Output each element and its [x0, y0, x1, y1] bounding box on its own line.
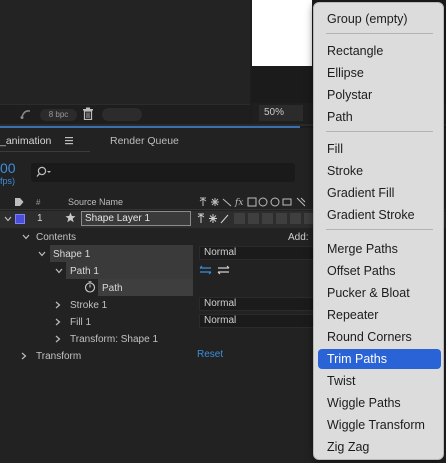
trash-icon[interactable]	[82, 107, 94, 120]
composition-canvas[interactable]	[252, 0, 312, 66]
layer-color-label[interactable]	[15, 214, 25, 224]
stroke1-label[interactable]: Stroke 1	[70, 300, 107, 311]
search-icon	[36, 166, 51, 177]
contents-label[interactable]: Contents	[36, 232, 76, 243]
menu-item-fill[interactable]: Fill	[318, 139, 441, 159]
stopwatch-icon[interactable]	[84, 281, 96, 293]
zoom-dropdown[interactable]: 50%	[259, 105, 303, 121]
switches-header-icons: fx	[199, 197, 306, 208]
current-time[interactable]: 00	[0, 160, 16, 176]
menu-item-polystar[interactable]: Polystar	[318, 85, 441, 105]
menu-item-gradient-stroke[interactable]: Gradient Stroke	[318, 205, 441, 225]
transform-reset-link[interactable]: Reset	[197, 349, 223, 360]
layer-name-field[interactable]: Shape Layer 1	[81, 211, 191, 226]
stroke1-blend-mode[interactable]: Normal	[199, 297, 315, 311]
shape-layer-star-icon	[65, 212, 76, 223]
layer-switches[interactable]	[196, 212, 316, 225]
column-number-header: #	[36, 198, 41, 207]
shape1-blend-mode[interactable]: Normal	[199, 246, 315, 260]
project-footer: 8 bpc	[0, 104, 250, 123]
menu-separator	[326, 33, 433, 34]
menu-separator	[326, 229, 433, 230]
label-icon	[15, 198, 24, 206]
flowchart-icon[interactable]	[20, 108, 32, 120]
svg-text:fx: fx	[234, 198, 243, 208]
tab-render-queue[interactable]: Render Queue	[110, 135, 179, 147]
shape1-label[interactable]: Shape 1	[53, 249, 90, 260]
add-popup-menu: Group (empty) Rectangle Ellipse Polystar…	[313, 2, 444, 460]
transform-label[interactable]: Transform	[36, 351, 81, 362]
add-menu-button[interactable]: Add:	[288, 232, 309, 243]
menu-item-repeater[interactable]: Repeater	[318, 305, 441, 325]
contents-expand-icon[interactable]	[22, 233, 30, 241]
stroke1-expand-icon[interactable]	[54, 301, 62, 309]
menu-item-trim-paths[interactable]: Trim Paths	[318, 349, 441, 369]
menu-item-ellipse[interactable]: Ellipse	[318, 63, 441, 83]
menu-item-zig-zag[interactable]: Zig Zag	[318, 437, 441, 457]
tab-composition[interactable]: _animation	[0, 135, 51, 147]
tab-underline	[0, 151, 90, 152]
menu-separator	[326, 131, 433, 132]
frame-rate: fps)	[0, 176, 16, 186]
bit-depth-button[interactable]: 8 bpc	[40, 109, 77, 121]
menu-item-pucker-bloat[interactable]: Pucker & Bloat	[318, 283, 441, 303]
menu-item-wiggle-transform[interactable]: Wiggle Transform	[318, 415, 441, 435]
shape1-expand-icon[interactable]	[38, 250, 46, 258]
layer-expand-icon[interactable]	[4, 215, 12, 223]
tab-menu-icon[interactable]	[65, 136, 73, 145]
path1-expand-icon[interactable]	[55, 267, 63, 275]
layer-number: 1	[37, 213, 43, 224]
menu-item-group-empty[interactable]: Group (empty)	[318, 9, 441, 29]
path-direction-icons[interactable]	[198, 264, 234, 276]
menu-item-merge-paths[interactable]: Merge Paths	[318, 239, 441, 259]
path-property-label[interactable]: Path	[102, 283, 123, 294]
fill1-label[interactable]: Fill 1	[70, 317, 91, 328]
transform-shape1-expand-icon[interactable]	[54, 335, 62, 343]
menu-item-stroke[interactable]: Stroke	[318, 161, 441, 181]
fill1-blend-mode[interactable]: Normal	[199, 314, 315, 328]
column-source-name-header[interactable]: Source Name	[68, 197, 123, 207]
fill1-expand-icon[interactable]	[54, 318, 62, 326]
menu-item-wiggle-paths[interactable]: Wiggle Paths	[318, 393, 441, 413]
menu-item-round-corners[interactable]: Round Corners	[318, 327, 441, 347]
path1-label[interactable]: Path 1	[70, 266, 99, 277]
transform-shape1-label[interactable]: Transform: Shape 1	[70, 334, 158, 345]
menu-item-rectangle[interactable]: Rectangle	[318, 41, 441, 61]
menu-item-offset-paths[interactable]: Offset Paths	[318, 261, 441, 281]
menu-item-gradient-fill[interactable]: Gradient Fill	[318, 183, 441, 203]
menu-item-twist[interactable]: Twist	[318, 371, 441, 391]
transform-expand-icon[interactable]	[20, 352, 28, 360]
footer-scrollbar[interactable]	[102, 108, 142, 121]
menu-item-path[interactable]: Path	[318, 107, 441, 127]
search-input[interactable]	[31, 163, 295, 182]
